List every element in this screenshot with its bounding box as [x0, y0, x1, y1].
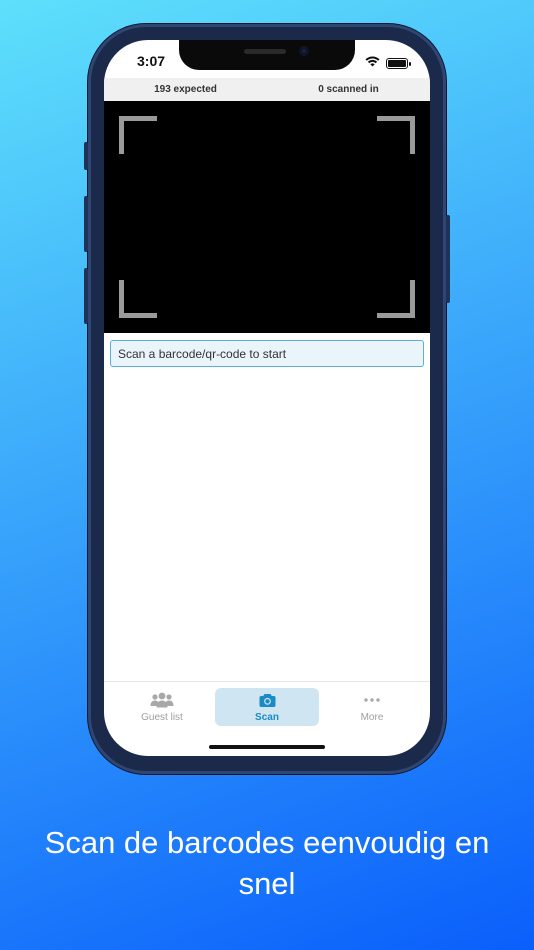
more-dots-icon — [364, 691, 380, 709]
stats-bar: 193 expected 0 scanned in — [104, 78, 430, 101]
tab-more[interactable]: More — [320, 688, 424, 726]
notch — [179, 40, 355, 70]
viewfinder-corner-top-right — [377, 116, 415, 154]
scanned-count: 0 scanned in — [318, 84, 379, 95]
tab-scan-label: Scan — [255, 712, 279, 723]
viewfinder-corner-bottom-right — [377, 280, 415, 318]
phone-power-button — [446, 215, 450, 303]
tab-guest-list-label: Guest list — [141, 712, 183, 723]
scan-code-input[interactable] — [110, 340, 424, 367]
tab-more-label: More — [360, 712, 384, 723]
camera-viewfinder[interactable] — [104, 101, 430, 333]
battery-icon — [386, 57, 411, 69]
status-time: 3:07 — [137, 53, 166, 69]
front-camera — [299, 46, 309, 56]
tab-bar: Guest list Scan More — [104, 681, 430, 729]
app-screen: 3:07 193 expected 0 scanned in Scan a ba… — [104, 40, 430, 756]
marketing-caption: Scan de barcodes eenvoudig en snel — [44, 825, 490, 901]
viewfinder-corner-top-left — [119, 116, 157, 154]
tab-scan[interactable]: Scan — [215, 688, 319, 726]
phone-volume-down — [84, 268, 88, 324]
status-icons — [365, 54, 411, 72]
speaker — [244, 49, 286, 54]
people-icon — [150, 691, 174, 709]
phone-silent-switch — [84, 142, 88, 170]
wifi-icon — [365, 54, 380, 72]
viewfinder-corner-bottom-left — [119, 280, 157, 318]
home-indicator[interactable] — [209, 745, 325, 749]
tab-guest-list[interactable]: Guest list — [110, 688, 214, 726]
expected-count: 193 expected — [154, 84, 217, 95]
phone-volume-up — [84, 196, 88, 252]
camera-icon — [259, 691, 276, 709]
